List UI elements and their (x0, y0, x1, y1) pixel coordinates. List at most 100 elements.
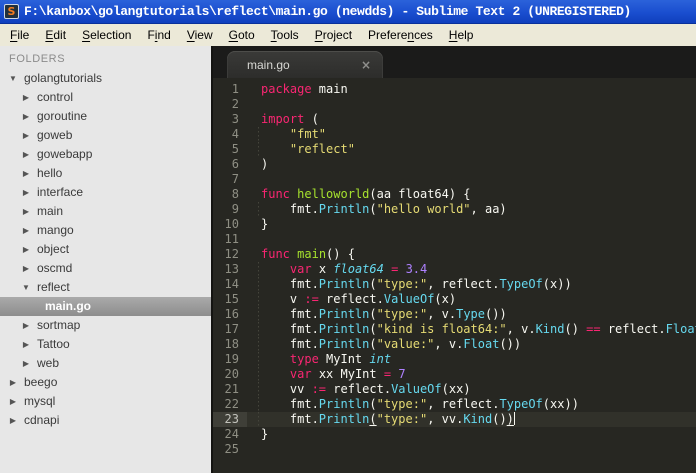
menu-item-find[interactable]: Find (139, 24, 178, 46)
chevron-right-icon[interactable]: ▶ (21, 354, 31, 373)
sidebar-item-mysql[interactable]: ▶ mysql (0, 392, 211, 411)
tab-main-go[interactable]: main.go × (227, 51, 383, 78)
line-number: 11 (224, 232, 239, 246)
chevron-right-icon[interactable]: ▶ (21, 126, 31, 145)
code-line[interactable]: 6) (213, 157, 696, 172)
chevron-right-icon[interactable]: ▶ (21, 164, 31, 183)
sidebar-item-label: reflect (37, 280, 70, 294)
code-line[interactable]: 23 fmt.Println("type:", vv.Kind()) (213, 412, 696, 427)
close-icon[interactable]: × (361, 59, 371, 71)
code-line-text: ) (261, 157, 269, 171)
code-line[interactable]: 19 type MyInt int (213, 352, 696, 367)
sidebar-item-label: object (37, 242, 70, 256)
menu-item-selection[interactable]: Selection (74, 24, 139, 46)
sidebar-item-web[interactable]: ▶ web (0, 354, 211, 373)
chevron-right-icon[interactable]: ▶ (21, 145, 31, 164)
code-area[interactable]: 1 package main 2 3 import (4 "fmt" 5 "reflect… (213, 78, 696, 473)
code-line[interactable]: 12 func main() { (213, 247, 696, 262)
sidebar-item-oscmd[interactable]: ▶ oscmd (0, 259, 211, 278)
sidebar-item-label: Tattoo (37, 337, 70, 351)
menu-item-help[interactable]: Help (441, 24, 482, 46)
chevron-right-icon[interactable]: ▶ (21, 240, 31, 259)
sidebar-item-label: golangtutorials (24, 71, 103, 85)
menu-item-tools[interactable]: Tools (263, 24, 307, 46)
code-line[interactable]: 20 var xx MyInt = 7 (213, 367, 696, 382)
chevron-right-icon[interactable]: ▶ (21, 107, 31, 126)
sidebar-item-gowebapp[interactable]: ▶ gowebapp (0, 145, 211, 164)
chevron-down-icon[interactable]: ▼ (8, 69, 18, 88)
code-line[interactable]: 22 fmt.Println("type:", reflect.TypeOf(x… (213, 397, 696, 412)
menu-item-view[interactable]: View (179, 24, 221, 46)
code-line[interactable]: 8 func helloworld(aa float64) { (213, 187, 696, 202)
sidebar-item-label: goweb (37, 128, 73, 142)
code-line[interactable]: 14 fmt.Println("type:", reflect.TypeOf(x… (213, 277, 696, 292)
chevron-down-icon[interactable]: ▼ (21, 278, 31, 297)
chevron-right-icon[interactable]: ▶ (21, 316, 31, 335)
code-line[interactable]: 1 package main (213, 82, 696, 97)
chevron-right-icon[interactable]: ▶ (21, 88, 31, 107)
sidebar-item-reflect[interactable]: ▼ reflect (0, 278, 211, 297)
chevron-right-icon[interactable]: ▶ (21, 183, 31, 202)
chevron-right-icon[interactable]: ▶ (21, 335, 31, 354)
sidebar-item-control[interactable]: ▶ control (0, 88, 211, 107)
code-line[interactable]: 21 vv := reflect.ValueOf(xx) (213, 382, 696, 397)
line-number: 23 (213, 412, 247, 427)
code-line[interactable]: 18 fmt.Println("value:", v.Float()) (213, 337, 696, 352)
sidebar-item-hello[interactable]: ▶ hello (0, 164, 211, 183)
code-line[interactable]: 16 fmt.Println("type:", v.Type()) (213, 307, 696, 322)
code-line[interactable]: 10} (213, 217, 696, 232)
sidebar-item-main[interactable]: ▶ main (0, 202, 211, 221)
menu-item-goto[interactable]: Goto (221, 24, 263, 46)
sidebar-item-main-go[interactable]: main.go (0, 297, 211, 316)
code-line[interactable]: 25 (213, 442, 696, 457)
sublime-text-window: S F:\kanbox\golangtutorials\reflect\main… (0, 0, 696, 473)
line-number: 8 (231, 187, 239, 201)
line-number: 22 (224, 397, 239, 411)
code-line-text: fmt.Println("kind is float64:", v.Kind()… (247, 322, 696, 337)
code-line[interactable]: 3 import ( (213, 112, 696, 127)
code-line[interactable]: 17 fmt.Println("kind is float64:", v.Kin… (213, 322, 696, 337)
code-line[interactable]: 15 v := reflect.ValueOf(x) (213, 292, 696, 307)
sidebar-item-goroutine[interactable]: ▶ goroutine (0, 107, 211, 126)
line-number: 9 (231, 202, 239, 216)
chevron-right-icon[interactable]: ▶ (8, 392, 18, 411)
code-line[interactable]: 4 "fmt" (213, 127, 696, 142)
menu-item-preferences[interactable]: Preferences (360, 24, 441, 46)
sidebar-item-golangtutorials[interactable]: ▼ golangtutorials (0, 69, 211, 88)
code-line-text: import ( (261, 112, 319, 126)
sidebar-item-tattoo[interactable]: ▶ Tattoo (0, 335, 211, 354)
code-line[interactable]: 24} (213, 427, 696, 442)
chevron-right-icon[interactable]: ▶ (8, 411, 18, 430)
chevron-right-icon[interactable]: ▶ (8, 373, 18, 392)
chevron-right-icon[interactable]: ▶ (21, 221, 31, 240)
sidebar-item-mango[interactable]: ▶ mango (0, 221, 211, 240)
tab-bar: main.go × (213, 46, 696, 78)
code-editor[interactable]: main.go × 1 package main 2 3 import (4 "fmt" 5… (213, 46, 696, 473)
menu-item-edit[interactable]: Edit (37, 24, 74, 46)
chevron-right-icon[interactable]: ▶ (21, 259, 31, 278)
sidebar-item-sortmap[interactable]: ▶ sortmap (0, 316, 211, 335)
menu-item-project[interactable]: Project (307, 24, 360, 46)
sidebar-item-beego[interactable]: ▶ beego (0, 373, 211, 392)
line-number: 6 (231, 157, 239, 171)
code-line[interactable]: 11 (213, 232, 696, 247)
sidebar-item-object[interactable]: ▶ object (0, 240, 211, 259)
code-line-text: var xx MyInt = 7 (247, 367, 406, 382)
sidebar-item-label: hello (37, 166, 63, 180)
chevron-right-icon[interactable]: ▶ (21, 202, 31, 221)
menu-item-file[interactable]: File (2, 24, 37, 46)
code-line-text: fmt.Println("type:", reflect.TypeOf(xx)) (247, 397, 579, 412)
sidebar-item-goweb[interactable]: ▶ goweb (0, 126, 211, 145)
sidebar-item-cdnapi[interactable]: ▶ cdnapi (0, 411, 211, 430)
sidebar-item-label: goroutine (37, 109, 88, 123)
code-line[interactable]: 7 (213, 172, 696, 187)
sidebar-item-interface[interactable]: ▶ interface (0, 183, 211, 202)
code-line-text: package main (261, 82, 348, 96)
line-number: 18 (224, 337, 239, 351)
sidebar-item-label: main.go (45, 299, 92, 313)
code-line[interactable]: 9 fmt.Println("hello world", aa) (213, 202, 696, 217)
code-line[interactable]: 2 (213, 97, 696, 112)
code-line[interactable]: 13 var x float64 = 3.4 (213, 262, 696, 277)
code-line[interactable]: 5 "reflect" (213, 142, 696, 157)
